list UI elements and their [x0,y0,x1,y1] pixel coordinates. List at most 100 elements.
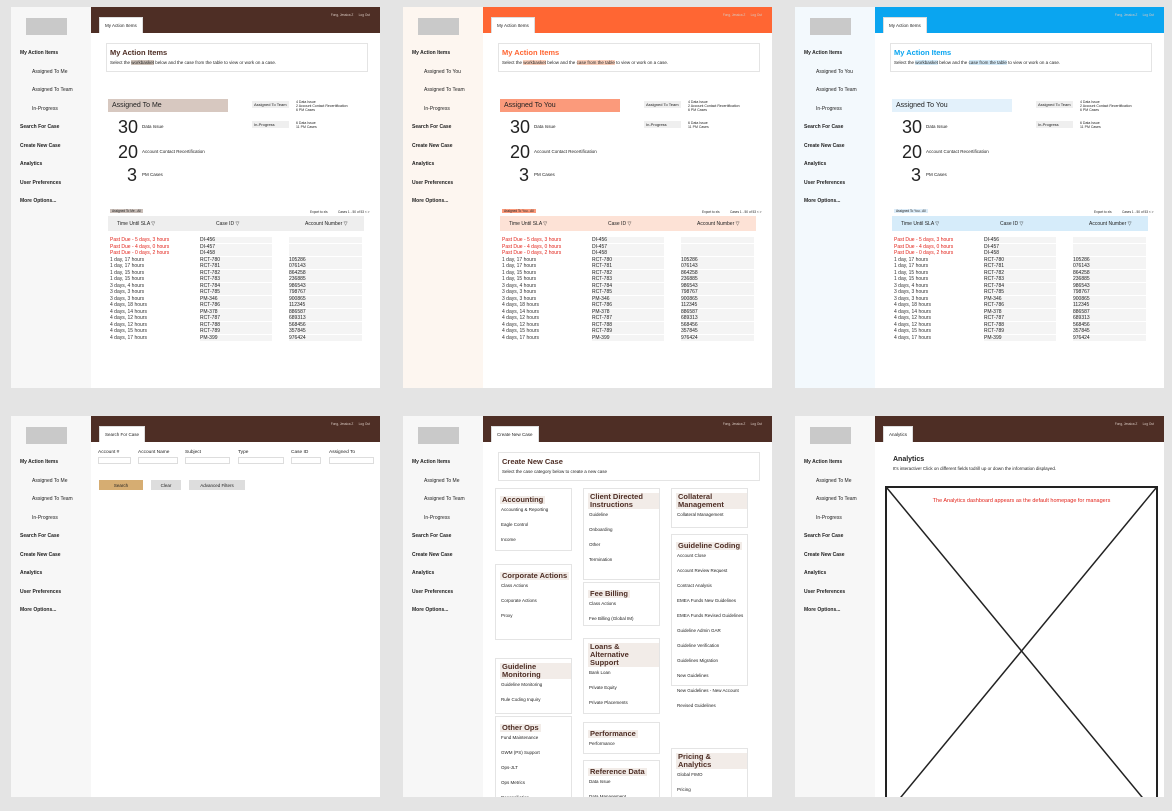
nav-item[interactable]: My Action Items [804,459,874,478]
case-id-cell[interactable]: RCT-780 [984,256,1056,263]
nav-item[interactable]: Assigned To Me [804,478,874,497]
category-option[interactable]: Global FIMO [677,772,747,787]
category-option[interactable]: Guideline Monitoring [501,682,571,697]
active-tab[interactable]: My Action Items [99,17,143,33]
pagination[interactable]: Cases 1 - 50 of 53 < > [338,210,370,214]
case-id-cell[interactable]: RCT-785 [592,289,664,295]
progress-basket[interactable]: In-Progress [644,121,681,128]
nav-item[interactable]: Create New Case [412,552,482,571]
nav-item[interactable]: More Options... [412,607,482,626]
progress-basket[interactable]: In-Progress [1036,121,1073,128]
nav-item[interactable]: More Options... [20,198,90,217]
case-id-cell[interactable]: RCT-786 [592,302,664,308]
export-link[interactable]: Export to xls [702,210,720,214]
nav-item[interactable]: More Options... [412,198,482,217]
nav-item[interactable]: Assigned To Me [20,69,90,88]
nav-item[interactable]: In-Progress [20,106,90,125]
case-id-cell[interactable]: DI-458 [200,250,272,256]
case-id-cell[interactable]: RCT-786 [984,302,1056,308]
column-header[interactable]: Case ID ▽ [608,221,631,227]
column-header[interactable]: Account Number ▽ [697,221,739,227]
logout-link[interactable]: Log Out [359,422,370,426]
category-option[interactable]: Rule Coding Inquiry [501,697,571,712]
nav-item[interactable]: Assigned To Me [20,478,90,497]
category-option[interactable]: Ops-JLT [501,765,571,780]
nav-item[interactable]: Assigned To Team [804,87,874,106]
case-id-cell[interactable]: RCT-780 [200,256,272,263]
case-id-cell[interactable]: RCT-782 [200,269,272,276]
column-header[interactable]: Time Until SLA ▽ [117,221,155,227]
case-id-cell[interactable]: PM-346 [984,295,1056,302]
category-option[interactable]: Private Equity [589,685,659,700]
case-id-cell[interactable]: RCT-782 [984,269,1056,276]
active-tab[interactable]: My Action Items [883,17,927,33]
category-option[interactable]: Proxy [501,613,571,628]
nav-item[interactable]: User Preferences [20,589,90,608]
search-field-input[interactable] [138,457,178,464]
stat-item[interactable]: 30 Data Issue [118,117,164,138]
case-id-cell[interactable]: RCT-788 [200,321,272,328]
category-option[interactable]: Income [501,537,571,552]
search-button[interactable]: Search [99,480,143,490]
nav-item[interactable]: Analytics [20,570,90,589]
nav-item[interactable]: Search For Case [20,124,90,143]
category-option[interactable]: Guideline [589,512,659,527]
category-option[interactable]: Fee Billing (Global IM) [589,616,659,631]
nav-item[interactable]: My Action Items [20,50,90,69]
category-option[interactable]: Class Actions [589,601,659,616]
column-header[interactable]: Case ID ▽ [1000,221,1023,227]
pagination[interactable]: Cases 1 - 50 of 53 < > [730,210,762,214]
category-option[interactable]: Account Close [677,553,747,568]
nav-item[interactable]: Create New Case [804,143,874,162]
nav-item[interactable]: User Preferences [20,180,90,199]
case-id-cell[interactable]: RCT-783 [984,276,1056,282]
nav-item[interactable]: My Action Items [412,50,482,69]
case-id-cell[interactable]: DI-457 [200,243,272,250]
category-option[interactable]: EMEA Funds Revised Guidelines [677,613,747,628]
progress-basket[interactable]: In-Progress [252,121,289,128]
logout-link[interactable]: Log Out [1143,422,1154,426]
category-option[interactable]: Collateral Management [677,512,747,527]
nav-item[interactable]: Assigned To You [412,69,482,88]
case-id-cell[interactable]: RCT-787 [592,315,664,321]
search-field-input[interactable] [238,457,284,464]
nav-item[interactable]: In-Progress [804,106,874,125]
search-field-input[interactable] [98,457,131,464]
category-option[interactable]: Accounting & Reporting [501,507,571,522]
search-field-input[interactable] [291,457,321,464]
logout-link[interactable]: Log Out [751,13,762,17]
case-id-cell[interactable]: PM-346 [200,295,272,302]
case-id-cell[interactable]: DI-458 [592,250,664,256]
nav-item[interactable]: Assigned To Team [20,87,90,106]
nav-item[interactable]: Analytics [412,161,482,180]
category-option[interactable]: Bank Loan [589,670,659,685]
workbasket-header[interactable]: Assigned To Me [108,99,228,112]
active-tab[interactable]: Search For Case [99,426,146,442]
category-option[interactable]: Contract Analysis [677,583,747,598]
nav-item[interactable]: Search For Case [20,533,90,552]
nav-item[interactable]: Search For Case [412,124,482,143]
case-id-cell[interactable]: RCT-783 [200,276,272,282]
nav-item[interactable]: More Options... [20,607,90,626]
category-option[interactable]: Guidelines Migration [677,658,747,673]
nav-item[interactable]: User Preferences [412,180,482,199]
nav-item[interactable]: In-Progress [804,515,874,534]
category-option[interactable]: Other [589,542,659,557]
case-id-cell[interactable]: RCT-781 [984,263,1056,269]
category-option[interactable]: Revised Guidelines [677,703,747,718]
workbasket-header[interactable]: Assigned To You [500,99,620,112]
category-option[interactable]: Class Actions [501,583,571,598]
team-basket[interactable]: Assigned To Team [644,101,681,108]
case-id-cell[interactable]: DI-456 [592,237,664,243]
active-tab[interactable]: My Action Items [491,17,535,33]
category-option[interactable]: Performance [589,741,659,756]
category-option[interactable]: Guideline Verification [677,643,747,658]
case-id-cell[interactable]: PM-378 [200,308,272,315]
column-header[interactable]: Case ID ▽ [216,221,239,227]
stat-item[interactable]: 3 PM Cases [510,165,555,186]
column-header[interactable]: Account Number ▽ [1089,221,1131,227]
stat-item[interactable]: 30 Data Issue [510,117,556,138]
nav-item[interactable]: In-Progress [412,106,482,125]
case-id-cell[interactable]: RCT-789 [200,328,272,334]
category-option[interactable]: Guideline Admin GAR [677,628,747,643]
